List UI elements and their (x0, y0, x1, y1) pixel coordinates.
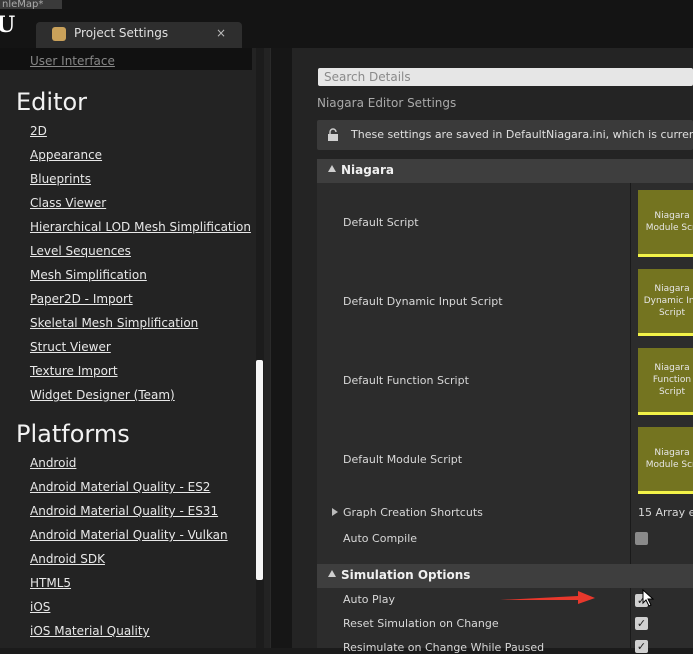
page-title: Niagara Editor Settings (317, 96, 457, 110)
prop-graph-creation-shortcuts: Graph Creation Shortcuts (343, 506, 483, 519)
search-placeholder: Search Details (324, 70, 411, 84)
category-simulation-options[interactable]: Simulation Options (317, 564, 693, 588)
category-label: Simulation Options (341, 568, 471, 582)
sidebar-item-struct-viewer[interactable]: Struct Viewer (30, 340, 111, 354)
category-niagara[interactable]: Niagara (317, 159, 693, 183)
sidebar-item-class-viewer[interactable]: Class Viewer (30, 196, 106, 210)
collapse-arrow-icon (328, 165, 336, 172)
sidebar-item-level-sequences[interactable]: Level Sequences (30, 244, 131, 258)
default-script-thumbnail[interactable]: Niagara Module Scri (638, 190, 693, 257)
settings-sidebar: User Interface Editor 2D Appearance Blue… (0, 48, 270, 648)
prop-default-dynamic-input-script: Default Dynamic Input Script (343, 295, 503, 308)
tab-project-settings[interactable]: Project Settings × (36, 22, 242, 48)
default-function-script-thumbnail[interactable]: Niagara Function Script (638, 348, 693, 415)
sidebar-item-paper2d-import[interactable]: Paper2D - Import (30, 292, 133, 306)
close-tab-button[interactable]: × (216, 26, 226, 40)
annotation-arrow-icon (500, 591, 595, 604)
settings-icon (52, 27, 66, 41)
thumb-line: Niagara (654, 284, 690, 294)
thumb-line: Module Scri (645, 223, 693, 233)
auto-compile-checkbox[interactable] (635, 532, 648, 545)
sidebar-item-skeletal-mesh-simplification[interactable]: Skeletal Mesh Simplification (30, 316, 198, 330)
sidebar-item-android-mq-es2[interactable]: Android Material Quality - ES2 (30, 480, 210, 494)
prop-default-script: Default Script (343, 216, 419, 229)
thumb-line: Niagara (654, 448, 690, 458)
default-module-script-thumbnail[interactable]: Niagara Module Scri (638, 427, 693, 494)
sidebar-item-texture-import[interactable]: Texture Import (30, 364, 118, 378)
sidebar-item-blueprints[interactable]: Blueprints (30, 172, 91, 186)
sidebar-item-html5[interactable]: HTML5 (30, 576, 71, 590)
prop-auto-play: Auto Play (343, 593, 395, 606)
default-dynamic-input-script-thumbnail[interactable]: Niagara Dynamic Inp Script (638, 269, 693, 336)
sidebar-item-2d[interactable]: 2D (30, 124, 47, 138)
column-divider[interactable] (630, 183, 631, 568)
sidebar-item-android-sdk[interactable]: Android SDK (30, 552, 105, 566)
thumb-line: Dynamic Inp (643, 296, 693, 306)
sidebar-top-shadow: User Interface (0, 48, 252, 70)
sidebar-item-android-mq-es31[interactable]: Android Material Quality - ES31 (30, 504, 218, 518)
section-header-editor: Editor (16, 88, 88, 116)
sidebar-item-android[interactable]: Android (30, 456, 76, 470)
notice-text: These settings are saved in DefaultNiaga… (351, 128, 693, 141)
sidebar-item-android-mq-vulkan[interactable]: Android Material Quality - Vulkan (30, 528, 228, 542)
tab-label: Project Settings (74, 26, 169, 40)
panel-splitter[interactable] (270, 48, 293, 648)
sidebar-scrollbar-thumb[interactable] (256, 360, 263, 580)
sidebar-item-ios-material-quality[interactable]: iOS Material Quality (30, 624, 150, 638)
lock-icon (328, 128, 338, 141)
resimulate-while-paused-checkbox[interactable]: ✓ (635, 640, 648, 653)
title-bar: nleMap* U Project Settings × (0, 0, 693, 48)
sidebar-item-widget-designer[interactable]: Widget Designer (Team) (30, 388, 175, 402)
thumb-line: Niagara (654, 211, 690, 221)
sidebar-item-mesh-simplification[interactable]: Mesh Simplification (30, 268, 147, 282)
thumb-line: Module Scri (645, 460, 693, 470)
config-notice: These settings are saved in DefaultNiaga… (317, 120, 693, 150)
prop-default-module-script: Default Module Script (343, 453, 463, 466)
prop-default-function-script: Default Function Script (343, 374, 469, 387)
previous-tab[interactable]: nleMap* (0, 0, 62, 9)
sidebar-item-hlod-mesh-simplification[interactable]: Hierarchical LOD Mesh Simplification (30, 220, 251, 234)
thumb-line: Niagara (654, 363, 690, 373)
sidebar-item-appearance[interactable]: Appearance (30, 148, 102, 162)
previous-tab-label: nleMap* (2, 0, 44, 9)
thumb-line: Script (658, 387, 686, 397)
category-label: Niagara (341, 163, 394, 177)
thumb-line: Script (658, 308, 686, 318)
mouse-cursor-icon (642, 589, 655, 607)
graph-shortcuts-value: 15 Array el (638, 506, 693, 519)
reset-simulation-checkbox[interactable]: ✓ (635, 617, 648, 630)
details-panel: Search Details Niagara Editor Settings T… (292, 48, 693, 654)
thumb-line: Function (652, 375, 692, 385)
search-details-input[interactable]: Search Details (318, 68, 693, 86)
prop-auto-compile: Auto Compile (343, 532, 418, 545)
sidebar-item-clipped[interactable]: User Interface (30, 54, 115, 68)
prop-reset-simulation-on-change: Reset Simulation on Change (343, 617, 499, 630)
expand-arrow-icon[interactable] (332, 508, 338, 516)
section-header-platforms: Platforms (16, 420, 130, 448)
column-divider[interactable] (630, 588, 631, 648)
unreal-logo-icon: U (0, 12, 16, 38)
collapse-arrow-icon (328, 570, 336, 577)
sidebar-item-ios[interactable]: iOS (30, 600, 50, 614)
